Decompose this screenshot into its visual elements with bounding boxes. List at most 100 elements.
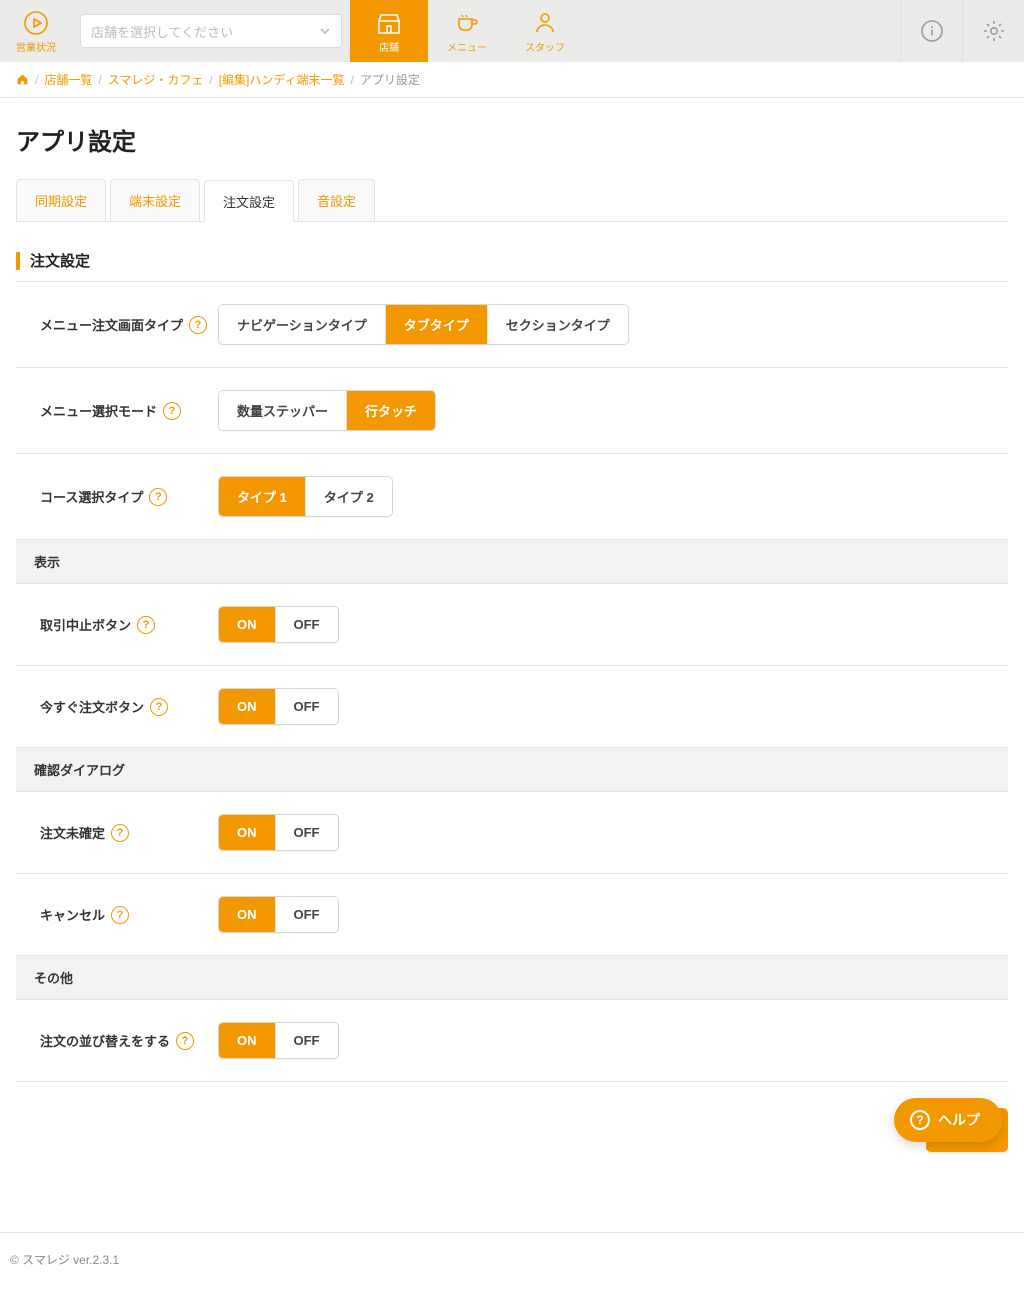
label-text: 今すぐ注文ボタン	[40, 697, 144, 716]
floating-help-button[interactable]: ? ヘルプ	[894, 1098, 1002, 1142]
help-icon[interactable]: ?	[176, 1032, 194, 1050]
opt-type2[interactable]: タイプ 2	[305, 477, 392, 516]
row-control: ON OFF	[218, 688, 1008, 725]
breadcrumb-1[interactable]: 店舗一覧	[44, 71, 92, 88]
group-label: 確認ダイアログ	[34, 760, 125, 779]
topbar-right	[900, 0, 1024, 62]
breadcrumb-home[interactable]	[16, 73, 29, 86]
actions: 保存	[16, 1108, 1008, 1152]
info-button[interactable]	[900, 0, 962, 62]
settings-button[interactable]	[962, 0, 1024, 62]
opt-tab[interactable]: タブタイプ	[385, 305, 487, 344]
tab-terminal[interactable]: 端末設定	[110, 179, 200, 221]
row-reorder: 注文の並び替えをする ? ON OFF	[16, 1000, 1008, 1082]
row-control: 数量ステッパー 行タッチ	[218, 390, 1008, 431]
page: アプリ設定 同期設定 端末設定 注文設定 音設定 注文設定 メニュー注文画面タイ…	[0, 98, 1024, 1192]
tab-order[interactable]: 注文設定	[204, 180, 294, 222]
help-icon[interactable]: ?	[163, 402, 181, 420]
nav-store[interactable]: 店舗	[350, 0, 428, 62]
nav-menu-label: メニュー	[447, 39, 487, 54]
info-icon	[920, 19, 944, 43]
row-order-now-button: 今すぐ注文ボタン ? ON OFF	[16, 666, 1008, 748]
row-control: ON OFF	[218, 814, 1008, 851]
opt-on[interactable]: ON	[219, 689, 275, 724]
opt-off[interactable]: OFF	[275, 897, 338, 932]
opt-off[interactable]: OFF	[275, 689, 338, 724]
opt-on[interactable]: ON	[219, 607, 275, 642]
help-icon[interactable]: ?	[189, 316, 207, 334]
floating-help-label: ヘルプ	[938, 1110, 980, 1130]
row-group-other: その他	[16, 956, 1008, 1000]
cup-icon	[453, 9, 481, 37]
store-select-wrap: 店舗を選択してください	[72, 0, 350, 62]
nav-status[interactable]: 営業状況	[0, 0, 72, 62]
seg-reorder: ON OFF	[218, 1022, 339, 1059]
label-text: コース選択タイプ	[40, 487, 143, 506]
footer: © スマレジ ver.2.3.1	[0, 1232, 1024, 1298]
opt-off[interactable]: OFF	[275, 1023, 338, 1058]
opt-navigation[interactable]: ナビゲーションタイプ	[219, 305, 385, 344]
opt-rowtouch[interactable]: 行タッチ	[346, 391, 435, 430]
row-cancel-button: 取引中止ボタン ? ON OFF	[16, 584, 1008, 666]
row-label: 注文未確定 ?	[40, 823, 218, 842]
opt-off[interactable]: OFF	[275, 815, 338, 850]
tab-sync[interactable]: 同期設定	[16, 179, 106, 221]
topbar-spacer	[584, 0, 900, 62]
tab-sound[interactable]: 音設定	[298, 179, 375, 221]
seg-menu-order-screen-type: ナビゲーションタイプ タブタイプ セクションタイプ	[218, 304, 629, 345]
row-unconfirmed: 注文未確定 ? ON OFF	[16, 792, 1008, 874]
topbar: 営業状況 店舗を選択してください 店舗 メニュー スタッフ	[0, 0, 1024, 62]
row-label: 注文の並び替えをする ?	[40, 1031, 218, 1050]
section-title: 注文設定	[16, 250, 1008, 271]
opt-stepper[interactable]: 数量ステッパー	[219, 391, 346, 430]
help-icon[interactable]: ?	[111, 824, 129, 842]
breadcrumb-3[interactable]: [編集]ハンディ端末一覧	[219, 71, 345, 88]
row-menu-order-screen-type: メニュー注文画面タイプ ? ナビゲーションタイプ タブタイプ セクションタイプ	[16, 282, 1008, 368]
help-icon[interactable]: ?	[150, 698, 168, 716]
gear-icon	[982, 19, 1006, 43]
group-label: 表示	[34, 552, 60, 571]
row-label: コース選択タイプ ?	[40, 487, 218, 506]
label-text: 取引中止ボタン	[40, 615, 131, 634]
page-title: アプリ設定	[16, 122, 1008, 157]
row-label: 今すぐ注文ボタン ?	[40, 697, 218, 716]
help-icon[interactable]: ?	[149, 488, 167, 506]
opt-type1[interactable]: タイプ 1	[219, 477, 305, 516]
store-icon	[375, 9, 403, 37]
row-course-select-type: コース選択タイプ ? タイプ 1 タイプ 2	[16, 454, 1008, 540]
label-text: キャンセル	[40, 905, 105, 924]
row-control: ON OFF	[218, 896, 1008, 933]
opt-section[interactable]: セクションタイプ	[487, 305, 628, 344]
opt-on[interactable]: ON	[219, 1023, 275, 1058]
breadcrumb-sep: /	[351, 73, 354, 87]
breadcrumb-sep: /	[98, 73, 101, 87]
breadcrumb-sep: /	[209, 73, 212, 87]
opt-on[interactable]: ON	[219, 815, 275, 850]
breadcrumb-2[interactable]: スマレジ・カフェ	[108, 71, 204, 88]
row-label: 取引中止ボタン ?	[40, 615, 218, 634]
nav-menu[interactable]: メニュー	[428, 0, 506, 62]
footer-text: © スマレジ ver.2.3.1	[10, 1253, 119, 1267]
seg-menu-select-mode: 数量ステッパー 行タッチ	[218, 390, 436, 431]
seg-unconfirmed: ON OFF	[218, 814, 339, 851]
seg-cancel-button: ON OFF	[218, 606, 339, 643]
row-group-display: 表示	[16, 540, 1008, 584]
row-control: ナビゲーションタイプ タブタイプ セクションタイプ	[218, 304, 1008, 345]
store-select[interactable]: 店舗を選択してください	[80, 14, 342, 48]
help-icon[interactable]: ?	[137, 616, 155, 634]
chevron-down-icon	[319, 25, 331, 37]
nav-staff-label: スタッフ	[525, 39, 565, 54]
section-title-bar	[16, 252, 20, 270]
help-circle-icon: ?	[910, 1110, 930, 1130]
breadcrumb-sep: /	[35, 73, 38, 87]
seg-cancel-dialog: ON OFF	[218, 896, 339, 933]
opt-off[interactable]: OFF	[275, 607, 338, 642]
play-circle-icon	[22, 9, 50, 37]
nav-staff[interactable]: スタッフ	[506, 0, 584, 62]
help-icon[interactable]: ?	[111, 906, 129, 924]
opt-on[interactable]: ON	[219, 897, 275, 932]
label-text: 注文未確定	[40, 823, 105, 842]
breadcrumb-current: アプリ設定	[360, 71, 420, 88]
label-text: メニュー注文画面タイプ	[40, 315, 183, 334]
row-control: ON OFF	[218, 1022, 1008, 1059]
